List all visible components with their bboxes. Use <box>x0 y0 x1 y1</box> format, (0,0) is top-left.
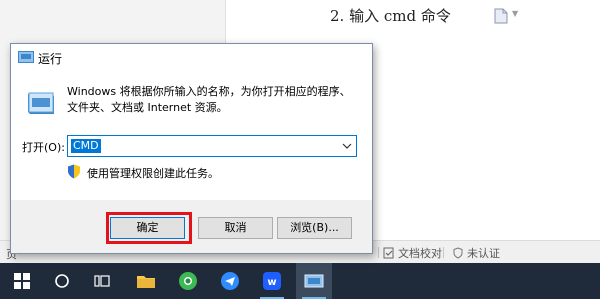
dialog-titlebar[interactable]: 运行 <box>11 44 372 72</box>
status-divider <box>443 247 444 258</box>
status-divider <box>378 247 379 258</box>
folder-icon <box>137 276 155 288</box>
dialog-description: Windows 将根据你所输入的名称，为你打开相应的程序、文件夹、文档或 Int… <box>67 85 351 114</box>
shield-outline-icon <box>453 247 463 259</box>
open-label: 打开(O): <box>22 141 65 154</box>
search-circle-icon <box>55 274 69 288</box>
browser-icon <box>179 272 197 290</box>
browser-button[interactable] <box>170 263 206 299</box>
wps-icon: w <box>263 272 281 290</box>
browse-button[interactable]: 浏览(B)... <box>277 217 352 239</box>
proofread-label: 文档校对 <box>398 247 442 260</box>
open-combobox[interactable]: CMD <box>67 135 357 157</box>
proofread-button[interactable]: 文档校对 <box>383 245 442 261</box>
uac-shield-icon <box>68 164 80 179</box>
admin-note: 使用管理权限创建此任务。 <box>87 167 219 180</box>
document-step-text: 2. 输入 cmd 命令 <box>330 7 451 25</box>
run-icon <box>18 51 34 63</box>
chevron-down-icon[interactable] <box>342 139 352 153</box>
paper-plane-icon <box>221 272 239 290</box>
chevron-down-icon[interactable]: ▼ <box>512 9 518 18</box>
dialog-footer: 确定 取消 浏览(B)... <box>11 200 372 253</box>
unauthenticated-button[interactable]: 未认证 <box>452 245 500 261</box>
dialog-title: 运行 <box>38 52 63 66</box>
run-icon <box>304 274 324 288</box>
task-view-icon <box>94 275 110 287</box>
run-dialog: 运行 Windows 将根据你所输入的名称，为你打开相应的程序、文件夹、文档或 … <box>10 43 373 254</box>
task-view-button[interactable] <box>84 263 120 299</box>
wps-button[interactable]: w <box>254 263 290 299</box>
unauthenticated-label: 未认证 <box>467 247 500 260</box>
start-button[interactable] <box>4 263 40 299</box>
file-explorer-button[interactable] <box>128 263 164 299</box>
search-button[interactable] <box>44 263 80 299</box>
run-large-icon <box>28 92 54 114</box>
proofread-icon <box>383 247 394 259</box>
run-taskbar-button[interactable] <box>296 263 332 299</box>
paragraph-doc-icon[interactable] <box>494 8 508 24</box>
svg-text:w: w <box>267 277 276 288</box>
open-input[interactable]: CMD <box>71 139 101 153</box>
windows-logo-icon <box>14 273 30 289</box>
feishu-button[interactable] <box>212 263 248 299</box>
ok-button[interactable]: 确定 <box>110 217 185 239</box>
taskbar: w <box>0 263 600 299</box>
cancel-button[interactable]: 取消 <box>198 217 273 239</box>
